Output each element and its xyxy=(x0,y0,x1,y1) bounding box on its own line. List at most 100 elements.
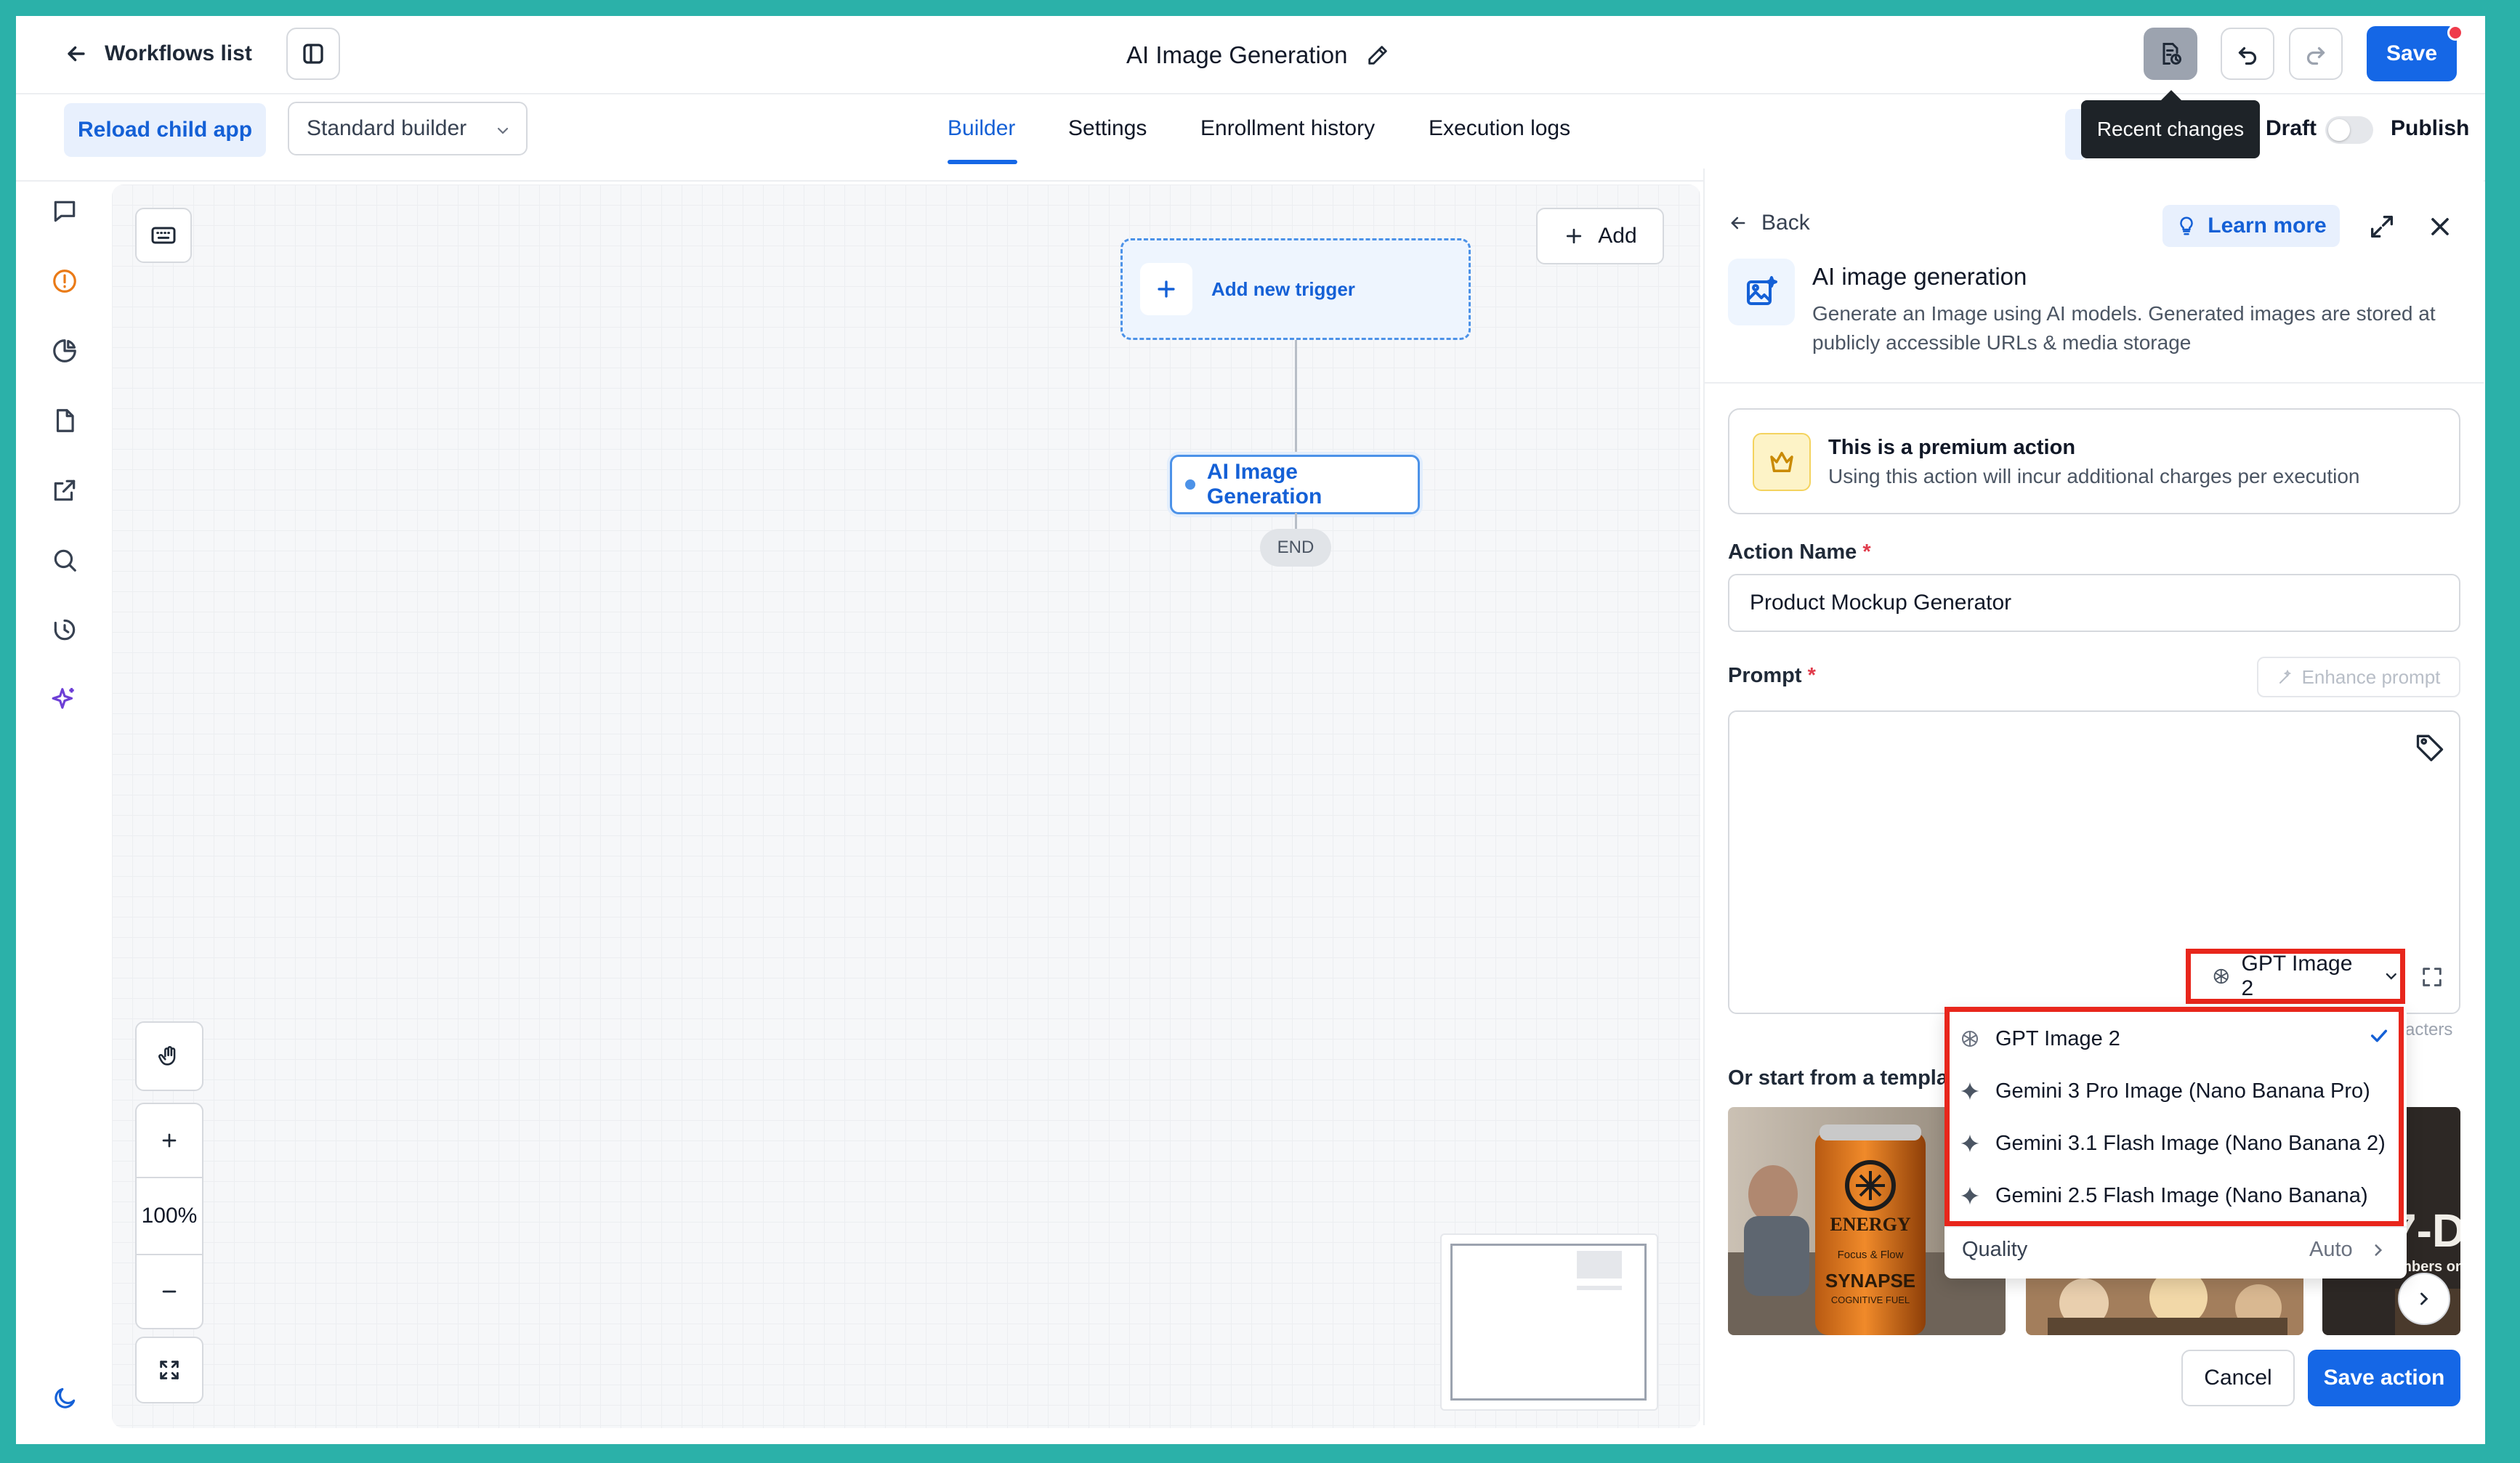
rail-item-history[interactable] xyxy=(49,615,80,645)
action-name-label-text: Action Name xyxy=(1728,540,1857,564)
tab-enrollment-history[interactable]: Enrollment history xyxy=(1200,116,1375,141)
builder-mode-select[interactable]: Standard builder xyxy=(288,102,528,155)
save-action-button[interactable]: Save action xyxy=(2308,1350,2460,1406)
model-option-label: GPT Image 2 xyxy=(1995,1026,2120,1050)
model-option-gemini-2-5-flash[interactable]: Gemini 2.5 Flash Image (Nano Banana) xyxy=(1959,1170,2395,1222)
search-icon xyxy=(54,549,76,572)
rail-item-ai[interactable] xyxy=(49,684,80,715)
action-name-input[interactable]: Product Mockup Generator xyxy=(1728,574,2460,632)
arrow-left-icon xyxy=(68,46,85,62)
image-sparkle-icon xyxy=(1747,276,1777,305)
required-asterisk: * xyxy=(1807,664,1816,687)
pan-mode-button[interactable] xyxy=(135,1021,203,1091)
cancel-button[interactable]: Cancel xyxy=(2181,1350,2295,1406)
chevron-down-icon xyxy=(2386,973,2397,980)
connector-line-end xyxy=(1295,513,1297,530)
selected-model-label: GPT Image 2 xyxy=(2241,952,2353,1000)
can-brand-text: ENERGY xyxy=(1830,1214,1910,1235)
fit-screen-icon xyxy=(160,1361,179,1379)
keyboard-shortcuts-button[interactable] xyxy=(135,208,192,263)
ai-image-action-tile xyxy=(1728,259,1795,325)
workflow-title-text: AI Image Generation xyxy=(1126,41,1348,68)
model-option-label: Gemini 3 Pro Image (Nano Banana Pro) xyxy=(1995,1079,2370,1103)
model-selector-button[interactable]: GPT Image 2 xyxy=(2186,949,2405,1004)
model-option-gemini-3-pro[interactable]: Gemini 3 Pro Image (Nano Banana Pro) xyxy=(1959,1065,2395,1117)
ai-image-generation-node[interactable]: AI Image Generation xyxy=(1170,455,1420,514)
add-trigger-node[interactable]: Add new trigger xyxy=(1120,238,1471,340)
external-link-icon xyxy=(54,479,76,501)
pencil-icon[interactable] xyxy=(1365,43,1390,68)
model-option-gemini-3-1-flash[interactable]: Gemini 3.1 Flash Image (Nano Banana 2) xyxy=(1959,1117,2395,1170)
chevron-right-icon xyxy=(2420,1292,2428,1305)
fit-view-button[interactable] xyxy=(135,1337,203,1403)
tab-builder[interactable]: Builder xyxy=(948,116,1015,141)
sidebar-panel-icon xyxy=(303,44,323,64)
minus-icon xyxy=(162,1290,177,1293)
templates-heading: Or start from a templa xyxy=(1728,1066,1948,1090)
rail-item-comments[interactable] xyxy=(49,196,80,227)
chevron-right-icon xyxy=(2375,1244,2383,1256)
close-icon xyxy=(2431,218,2449,235)
model-option-label: Gemini 3.1 Flash Image (Nano Banana 2) xyxy=(1995,1131,2386,1155)
pie-chart-icon xyxy=(53,339,76,362)
rail-item-analytics[interactable] xyxy=(49,336,80,366)
fullscreen-icon[interactable] xyxy=(2420,965,2444,989)
node-status-dot xyxy=(1185,479,1195,490)
save-button[interactable]: Save xyxy=(2367,26,2457,81)
rail-item-documents[interactable] xyxy=(49,405,80,436)
rail-item-theme[interactable] xyxy=(49,1383,80,1414)
model-option-gpt-image-2[interactable]: GPT Image 2 xyxy=(1959,1013,2395,1065)
document-history-icon xyxy=(2162,43,2181,65)
undo-button[interactable] xyxy=(2221,28,2274,80)
add-node-button[interactable]: Add xyxy=(1536,208,1664,264)
crown-icon xyxy=(1770,452,1793,472)
minimap-node xyxy=(1577,1251,1622,1278)
recent-changes-button[interactable] xyxy=(2144,28,2197,80)
tag-icon[interactable] xyxy=(2414,731,2446,763)
sparkles-icon xyxy=(52,688,74,709)
premium-action-notice xyxy=(1728,408,2460,514)
magic-wand-icon xyxy=(2279,669,2291,684)
reload-child-app-button[interactable]: Reload child app xyxy=(64,103,266,157)
rail-item-external[interactable] xyxy=(49,475,80,506)
quality-value: Auto xyxy=(2309,1238,2353,1261)
toggle-sidebar-button[interactable] xyxy=(286,28,340,80)
add-trigger-label: Add new trigger xyxy=(1211,277,1355,300)
undo-icon xyxy=(2238,46,2257,65)
recent-changes-tooltip: Recent changes xyxy=(2081,90,2260,158)
arrow-left-icon xyxy=(1731,216,1745,230)
redo-button[interactable] xyxy=(2289,28,2343,80)
zoom-in-button[interactable] xyxy=(137,1104,202,1177)
rail-item-alerts[interactable] xyxy=(49,266,80,296)
lightbulb-icon xyxy=(2180,216,2194,235)
zoom-out-button[interactable] xyxy=(137,1255,202,1328)
action-name-label: Action Name * xyxy=(1728,540,1871,564)
plus-icon xyxy=(1567,228,1582,244)
plus-icon xyxy=(1158,280,1175,298)
rail-item-search[interactable] xyxy=(49,545,80,575)
learn-more-button[interactable]: Learn more xyxy=(2162,205,2340,247)
openai-logo-icon xyxy=(1962,1031,1978,1047)
panel-divider xyxy=(1703,382,2484,384)
clock-history-icon xyxy=(54,619,76,641)
can-product-text: SYNAPSE xyxy=(1825,1270,1915,1292)
checkmark-icon xyxy=(2370,1029,2388,1042)
publish-label: Publish xyxy=(2391,116,2470,140)
gemini-sparkle-icon xyxy=(1960,1186,1979,1205)
gemini-sparkle-icon xyxy=(1960,1134,1979,1153)
publish-toggle[interactable] xyxy=(2325,116,2373,144)
workflow-title[interactable]: AI Image Generation xyxy=(1126,38,1390,73)
moon-icon xyxy=(54,1387,76,1409)
close-panel-button[interactable] xyxy=(2424,211,2456,243)
alert-circle-icon xyxy=(53,270,76,293)
learn-more-label: Learn more xyxy=(2208,214,2327,238)
expand-panel-button[interactable] xyxy=(2366,211,2398,243)
tab-settings[interactable]: Settings xyxy=(1068,116,1147,141)
can-tagline-text: Focus & Flow xyxy=(1838,1249,1904,1261)
can-subtitle-text: COGNITIVE FUEL xyxy=(1831,1294,1910,1305)
enhance-prompt-button[interactable]: Enhance prompt xyxy=(2257,657,2460,697)
workflows-list-back-link[interactable]: Workflows list xyxy=(64,36,252,71)
panel-back-button[interactable]: Back xyxy=(1728,211,1810,235)
tab-execution-logs[interactable]: Execution logs xyxy=(1429,116,1570,141)
templates-next-button[interactable] xyxy=(2398,1273,2450,1325)
